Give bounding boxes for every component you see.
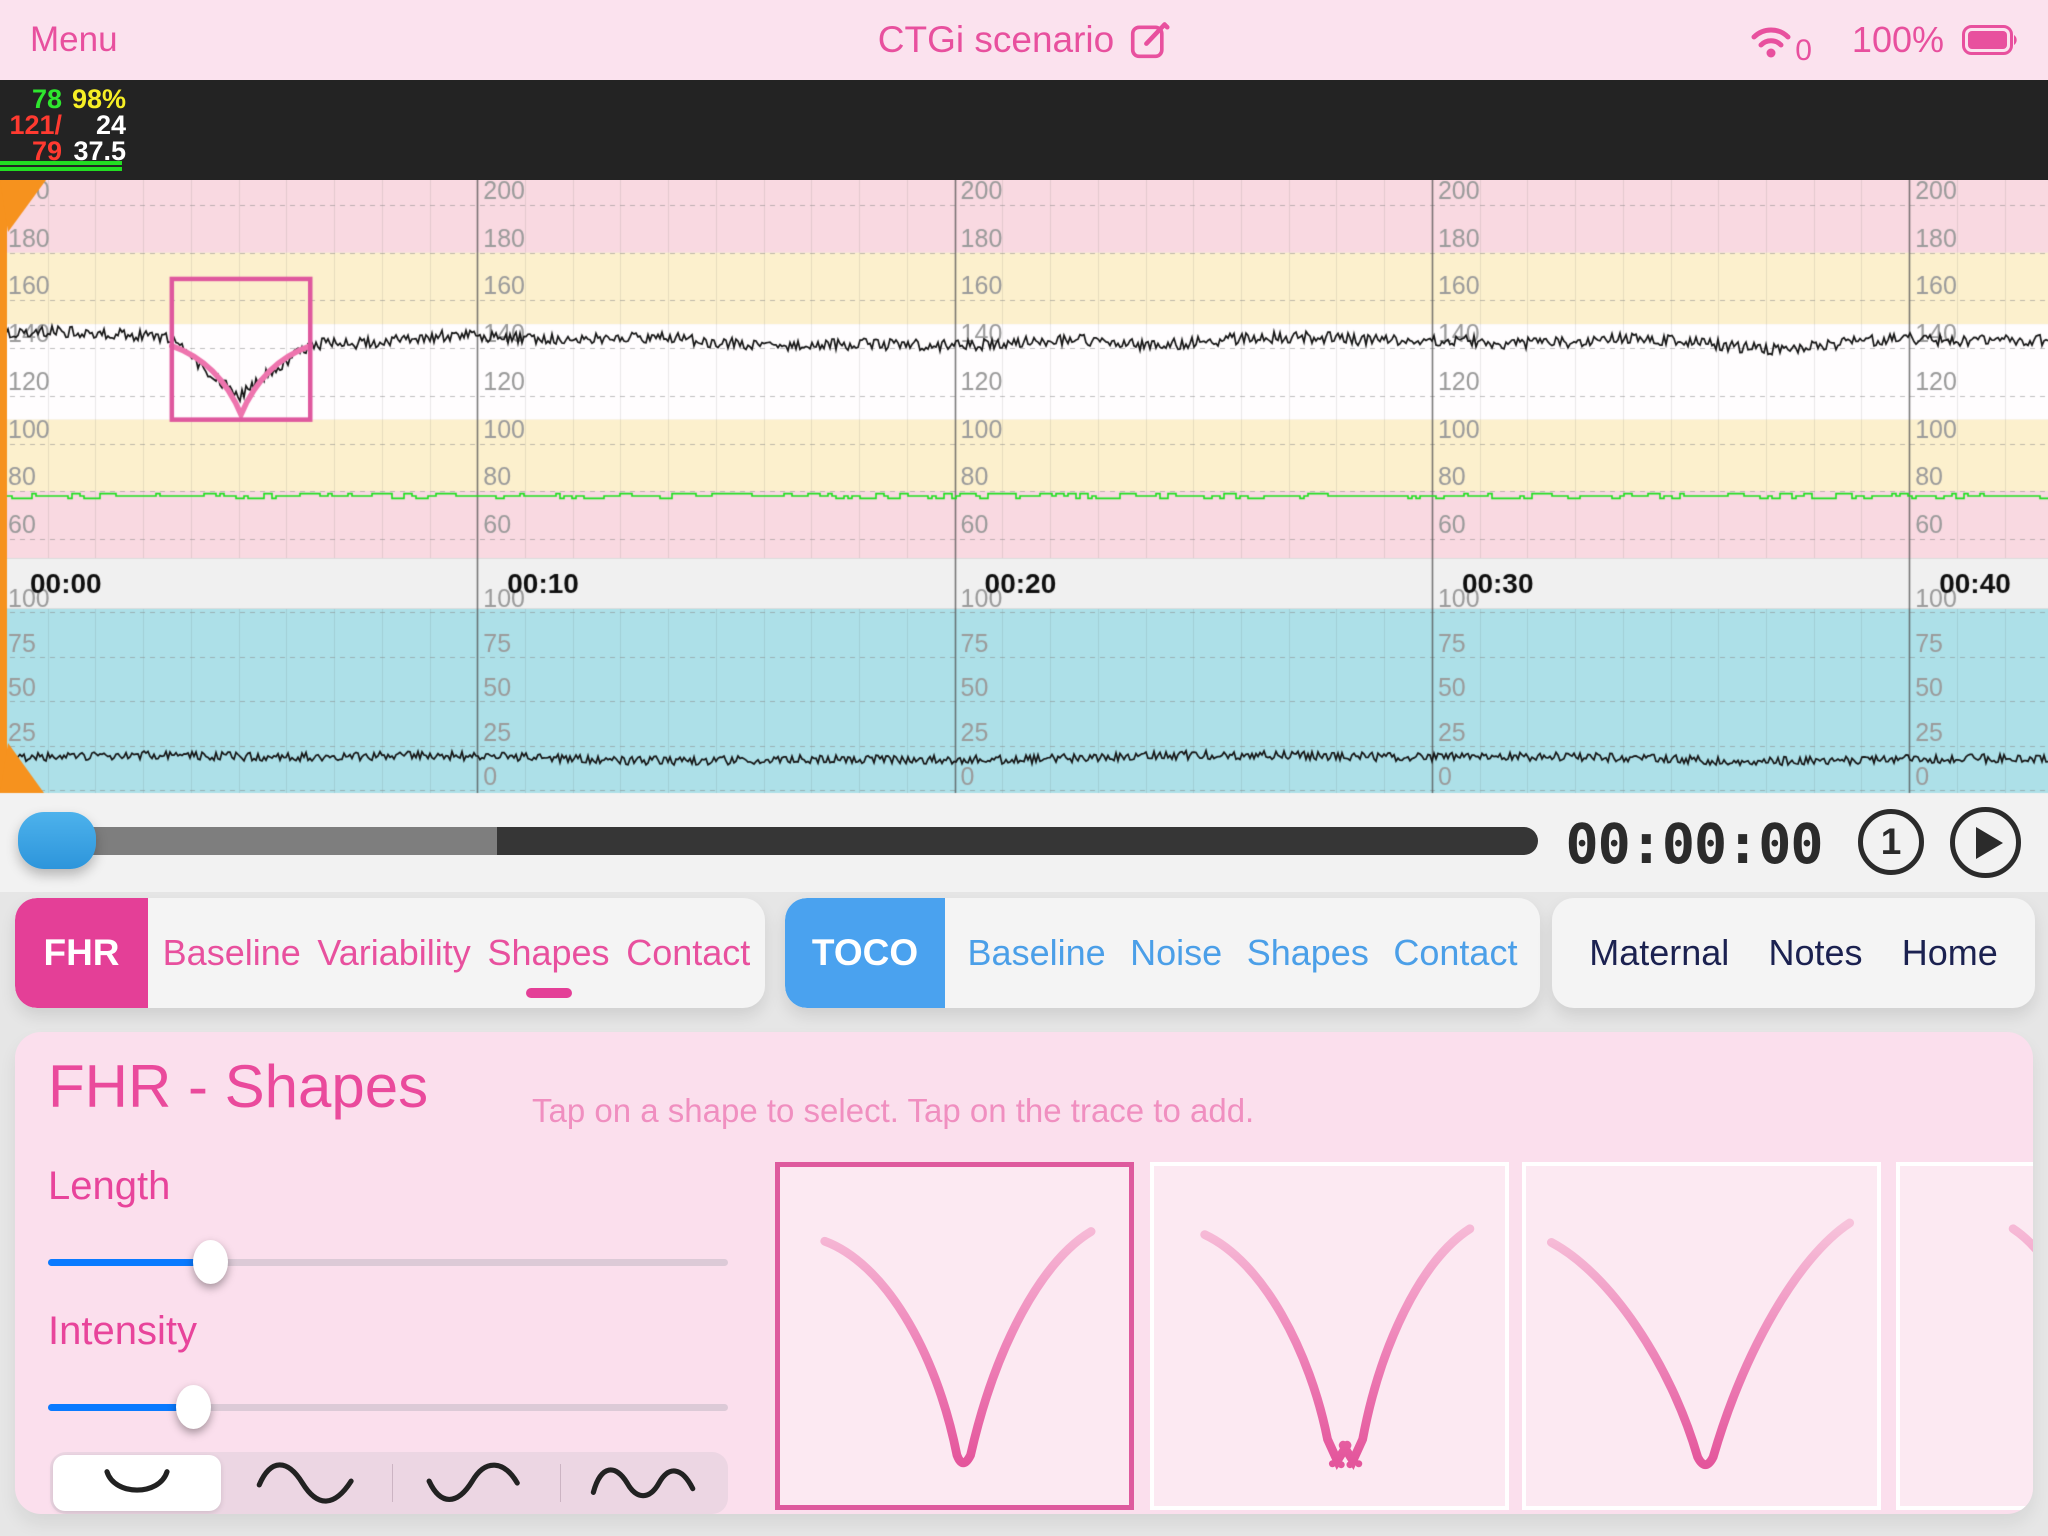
- panel-hint: Tap on a shape to select. Tap on the tra…: [532, 1092, 1254, 1130]
- intensity-slider[interactable]: [48, 1404, 728, 1411]
- playback-track-elapsed[interactable]: [56, 827, 497, 855]
- intensity-slider-knob[interactable]: [176, 1385, 211, 1429]
- fhr-shapes-panel: FHR - Shapes Tap on a shape to select. T…: [15, 1032, 2033, 1514]
- fhr-tab-bar: FHR Baseline Variability Shapes Contact: [15, 898, 765, 1008]
- shape-type-single-dip[interactable]: [53, 1455, 221, 1511]
- active-tab-underline: [526, 988, 572, 998]
- pulse-value: 78: [0, 86, 62, 112]
- status-cluster: 0 100%: [1747, 0, 2020, 80]
- length-slider[interactable]: [48, 1259, 728, 1266]
- length-slider-fill: [48, 1259, 211, 1266]
- tab-toco-shapes[interactable]: Shapes: [1245, 926, 1371, 980]
- deceleration-curve: [1551, 1223, 1849, 1465]
- dotted-nadir: [1329, 1460, 1362, 1468]
- bp-systolic-value: 121/: [0, 112, 62, 138]
- segment-divider: [560, 1464, 561, 1502]
- playback-scrubber-knob[interactable]: [18, 812, 96, 869]
- tab-fhr-shapes-label: Shapes: [487, 932, 609, 973]
- deceleration-curve: [2013, 1229, 2033, 1501]
- shape-type-trough-crest[interactable]: [392, 1452, 560, 1514]
- crest-trough-wave-icon: [248, 1453, 368, 1513]
- wifi-icon: [1747, 20, 1795, 60]
- deceleration-curve-left: [1205, 1235, 1347, 1461]
- shape-type-crest-trough[interactable]: [224, 1452, 392, 1514]
- toco-tab-items: Baseline Noise Shapes Contact: [945, 898, 1540, 1008]
- deceleration-curve-right: [1343, 1229, 1470, 1461]
- play-button[interactable]: [1950, 807, 2021, 878]
- tab-fhr-variability[interactable]: Variability: [315, 926, 472, 980]
- vitals-strip: 78 98% 121/ 24 79 37.5: [0, 80, 2048, 180]
- segment-divider: [392, 1464, 393, 1502]
- playback-bar: 00:00:00 1: [0, 796, 2048, 892]
- tab-fhr-baseline[interactable]: Baseline: [161, 926, 303, 980]
- tab-toco[interactable]: TOCO: [785, 898, 945, 1008]
- single-dip-icon: [77, 1453, 197, 1513]
- shape-type-double-wave[interactable]: [560, 1452, 728, 1514]
- vitals-row-bp-resp: 121/ 24: [0, 112, 170, 138]
- battery-percent: 100%: [1852, 19, 1944, 61]
- length-slider-knob[interactable]: [193, 1240, 228, 1284]
- vitals-row-hr-spo2: 78 98%: [0, 86, 170, 112]
- toco-tab-bar: TOCO Baseline Noise Shapes Contact: [785, 898, 1540, 1008]
- tab-home[interactable]: Home: [1900, 926, 2000, 980]
- playback-track-remaining[interactable]: [497, 827, 1538, 855]
- tab-toco-noise[interactable]: Noise: [1128, 926, 1224, 980]
- vitals-progress-bar: [0, 161, 122, 165]
- compose-edit-icon[interactable]: [1130, 20, 1170, 60]
- vitals-progress-bar: [0, 167, 122, 171]
- nav-tab-items: Maternal Notes Home: [1552, 898, 2035, 1008]
- shape-card-wide-v-deceleration[interactable]: [1522, 1162, 1881, 1510]
- length-label: Length: [48, 1164, 170, 1209]
- tab-fhr[interactable]: FHR: [15, 898, 148, 1008]
- shape-card-v-deceleration[interactable]: [775, 1162, 1134, 1510]
- tab-maternal[interactable]: Maternal: [1587, 926, 1731, 980]
- wifi-wrap: 0: [1747, 20, 1812, 60]
- battery-full-icon: [1962, 25, 2020, 55]
- shape-card-v-deceleration-partial[interactable]: [1896, 1162, 2033, 1510]
- panel-title: FHR - Shapes: [48, 1052, 428, 1121]
- tab-fhr-shapes[interactable]: Shapes: [485, 926, 611, 980]
- tab-toco-baseline[interactable]: Baseline: [966, 926, 1108, 980]
- wifi-count: 0: [1795, 34, 1812, 68]
- intensity-label: Intensity: [48, 1309, 197, 1354]
- vitals-rows: 78 98% 121/ 24 79 37.5: [0, 86, 170, 164]
- resp-value: 24: [66, 112, 126, 138]
- playback-speed-button[interactable]: 1: [1858, 809, 1924, 875]
- spo2-value: 98%: [66, 86, 126, 112]
- page-title: CTGi scenario: [878, 19, 1114, 61]
- tab-toco-contact[interactable]: Contact: [1391, 926, 1519, 980]
- header-bar: Menu CTGi scenario 0 100%: [0, 0, 2048, 80]
- ctg-trace-chart[interactable]: [0, 180, 2048, 796]
- deceleration-curve: [825, 1232, 1091, 1463]
- shape-card-v-deceleration-dotted[interactable]: [1150, 1162, 1509, 1510]
- menu-button[interactable]: Menu: [30, 0, 118, 80]
- intensity-slider-fill: [48, 1404, 194, 1411]
- tab-fhr-contact[interactable]: Contact: [624, 926, 752, 980]
- double-wave-icon: [584, 1453, 704, 1513]
- play-icon: [1976, 827, 2003, 859]
- title-wrap: CTGi scenario: [0, 0, 2048, 80]
- playback-time: 00:00:00: [1548, 796, 1840, 892]
- ctgi-app-screen: Menu CTGi scenario 0 100%: [0, 0, 2048, 1536]
- trough-crest-wave-icon: [416, 1453, 536, 1513]
- shape-type-segmented-control: [50, 1452, 728, 1514]
- fhr-tab-items: Baseline Variability Shapes Contact: [148, 898, 765, 1008]
- nav-tab-bar: Maternal Notes Home: [1552, 898, 2035, 1008]
- tab-notes[interactable]: Notes: [1766, 926, 1864, 980]
